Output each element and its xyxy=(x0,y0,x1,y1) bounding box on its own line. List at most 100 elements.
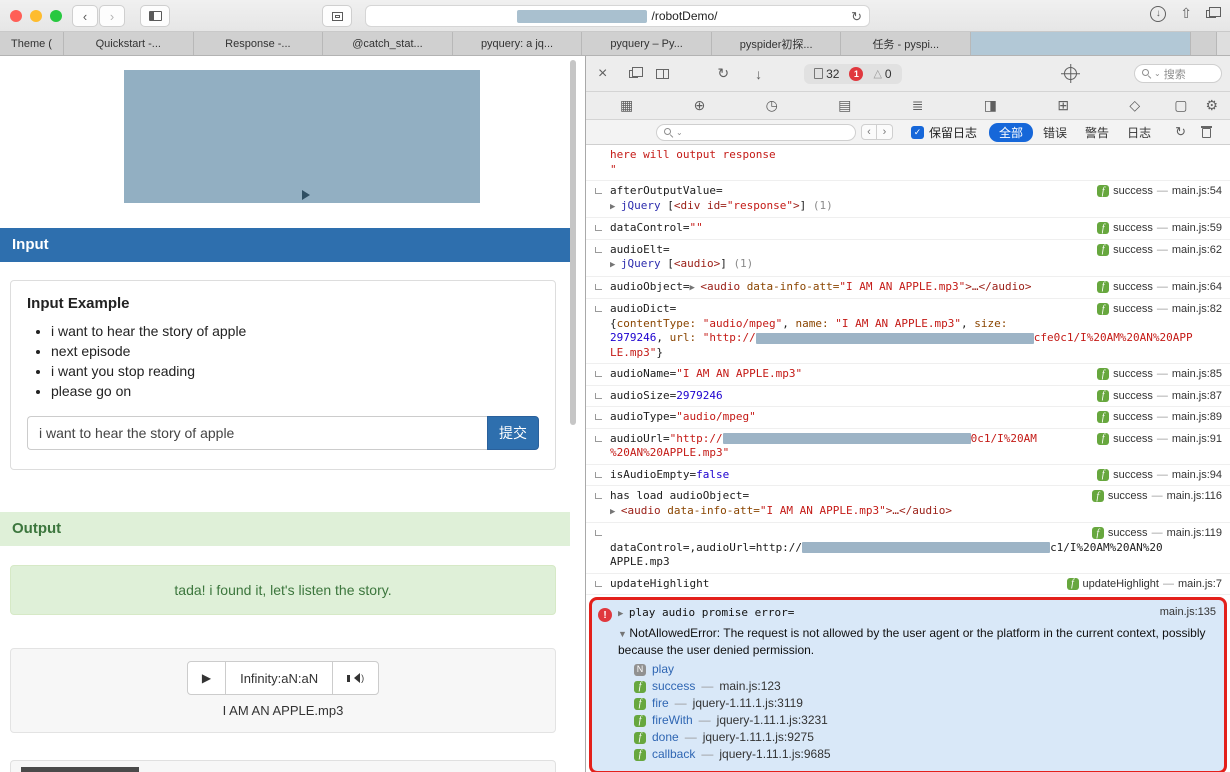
reload-icon[interactable]: ↻ xyxy=(851,9,862,25)
log-source[interactable]: f success — main.js:89 xyxy=(1097,411,1222,423)
frame-function-name[interactable]: done xyxy=(652,729,679,746)
browser-tab[interactable]: 任务 - pyspi... xyxy=(841,32,972,55)
inspector-tab-icon-5[interactable]: ◨ xyxy=(984,97,997,114)
frame-location[interactable]: jquery-1.11.1.js:3231 xyxy=(717,712,828,729)
filter-segment[interactable]: 错误 xyxy=(1035,123,1075,142)
share-button[interactable]: ⇧ xyxy=(1180,5,1192,22)
log-source[interactable]: f success — main.js:64 xyxy=(1097,280,1222,293)
frame-location[interactable]: jquery-1.11.1.js:3119 xyxy=(693,695,803,712)
tab-stub[interactable] xyxy=(1191,32,1217,55)
split-view-icon[interactable] xyxy=(656,68,670,79)
console-row[interactable]: audioSize=2979246 f success — main.js:87 xyxy=(586,386,1230,407)
log-source[interactable]: f success — main.js:54 xyxy=(1097,185,1222,197)
downloads-button[interactable]: ↓ xyxy=(1150,5,1167,22)
page-layout-button[interactable] xyxy=(322,5,352,27)
filter-segment[interactable]: 日志 xyxy=(1119,123,1159,142)
browser-tab[interactable]: Response -... xyxy=(194,32,324,55)
preserve-log-checkbox[interactable]: ✓ xyxy=(911,125,924,139)
inspector-tab-icon-0[interactable]: ▦ xyxy=(620,97,633,114)
log-source[interactable]: f success — main.js:62 xyxy=(1097,243,1222,256)
frame-function-name[interactable]: fire xyxy=(652,695,669,712)
close-window-button[interactable] xyxy=(10,10,22,22)
scrollbar-thumb[interactable] xyxy=(570,60,576,425)
log-source[interactable]: f success — main.js:116 xyxy=(1091,490,1222,502)
inspector-tab-icon-3[interactable]: ▤ xyxy=(838,97,851,114)
browser-tab[interactable]: Theme ( xyxy=(0,32,64,55)
browser-tab[interactable]: Quickstart -... xyxy=(64,32,194,55)
frame-location[interactable]: main.js:123 xyxy=(719,678,780,695)
submit-button[interactable]: 提交 xyxy=(487,416,539,450)
frame-function-name[interactable]: callback xyxy=(652,746,695,763)
console-row[interactable]: isAudioEmpty=false f success — main.js:94 xyxy=(586,465,1230,486)
stack-frame[interactable]: f callback — jquery-1.11.1.js:9685 xyxy=(634,746,1216,763)
trash-icon[interactable] xyxy=(1200,126,1212,138)
console-filter-field[interactable]: ⌄ xyxy=(656,123,856,141)
audio-play-button[interactable]: ▶ xyxy=(188,662,227,694)
zoom-window-button[interactable] xyxy=(50,10,62,22)
clear-refresh-icon[interactable]: ↻ xyxy=(1175,124,1186,140)
stack-frame[interactable]: f fire — jquery-1.11.1.js:3119 xyxy=(634,695,1216,712)
console-row[interactable]: updateHighlight f updateHighlight — main.js:… xyxy=(586,574,1230,595)
stack-frame[interactable]: f success — main.js:123 xyxy=(634,678,1216,695)
frame-function-name[interactable]: fireWith xyxy=(652,712,693,729)
console-row[interactable]: audioType="audio/mpeg" f success — main.js:8… xyxy=(586,407,1230,429)
audio-volume-button[interactable]: ) xyxy=(333,662,378,694)
stack-frame[interactable]: f done — jquery-1.11.1.js:9275 xyxy=(634,729,1216,746)
console-row[interactable]: audioElt= ▶ jQuery [<audio>] (1) f success —… xyxy=(586,240,1230,277)
console-row[interactable]: audioUrl="http://0c1/I%20AM %20AN%20APPLE… xyxy=(586,429,1230,465)
inspect-element-icon[interactable] xyxy=(1064,67,1077,80)
error-count-badge[interactable]: 1 xyxy=(849,66,864,81)
inspector-right-icon-1[interactable]: ⚙ xyxy=(1205,97,1218,114)
log-source[interactable]: f success — main.js:91 xyxy=(1097,432,1222,445)
log-source[interactable]: f success — main.js:59 xyxy=(1097,222,1222,234)
browser-tab[interactable]: pyquery: a jq... xyxy=(453,32,583,55)
inspector-tab-icon-4[interactable]: ≣ xyxy=(912,97,924,114)
console-row[interactable]: audioName="I AM AN APPLE.mp3" f success — ma… xyxy=(586,364,1230,386)
reload-page-icon[interactable]: ↻ xyxy=(717,65,729,82)
error-location[interactable]: main.js:135 xyxy=(1160,605,1216,622)
preserve-log-label[interactable]: 保留日志 xyxy=(929,124,977,141)
log-source[interactable]: f success — main.js:87 xyxy=(1097,389,1222,402)
console-row[interactable]: has load audioObject= ▶ <audio data-info-… xyxy=(586,486,1230,523)
query-input[interactable] xyxy=(27,416,487,450)
console-row[interactable]: audioObject=▶ <audio data-info-att="I AM… xyxy=(586,277,1230,299)
frame-function-name[interactable]: success xyxy=(652,678,695,695)
stack-frame[interactable]: Nplay xyxy=(634,661,1216,678)
log-source[interactable]: f success — main.js:82 xyxy=(1097,303,1222,315)
console-row[interactable]: dataControl=,audioUrl=http://c1/I%20AM%2… xyxy=(586,523,1230,574)
console-row[interactable]: audioDict= {contentType: "audio/mpeg", na… xyxy=(586,299,1230,364)
download-icon[interactable]: ↓ xyxy=(755,66,762,82)
close-inspector-icon[interactable]: × xyxy=(598,65,607,83)
frame-location[interactable]: jquery-1.11.1.js:9685 xyxy=(719,746,830,763)
inspector-tab-icon-7[interactable]: ◇ xyxy=(1129,97,1140,114)
browser-tab[interactable]: pyspider初探... xyxy=(712,32,842,55)
log-source[interactable]: f success — main.js:119 xyxy=(1091,527,1222,539)
find-next-button[interactable]: › xyxy=(877,124,893,140)
console-row[interactable]: dataControl="" f success — main.js:59 xyxy=(586,218,1230,240)
stack-frame[interactable]: f fireWith — jquery-1.11.1.js:3231 xyxy=(634,712,1216,729)
error-message[interactable]: ▼ NotAllowedError: The request is not al… xyxy=(618,625,1216,658)
error-header[interactable]: ▶ play audio promise error= xyxy=(618,605,1160,622)
find-previous-button[interactable]: ‹ xyxy=(861,124,877,140)
page-scrollbar[interactable] xyxy=(569,56,577,772)
new-tab-sliver[interactable] xyxy=(1217,32,1230,55)
warning-count[interactable]: △ 0 xyxy=(873,67,891,81)
inspector-search-field[interactable]: ⌄ 搜索 xyxy=(1134,64,1222,83)
filter-segment[interactable]: 全部 xyxy=(989,122,1034,142)
sidebar-button[interactable] xyxy=(140,5,170,27)
resource-count[interactable]: 32 xyxy=(814,67,839,81)
browser-tab[interactable]: @catch_stat... xyxy=(323,32,453,55)
inspector-right-icon-0[interactable]: ▢ xyxy=(1174,97,1187,114)
inspector-tab-icon-1[interactable]: ⊕ xyxy=(694,97,706,114)
console-row[interactable]: afterOutputValue= ▶ jQuery [<div id="resp… xyxy=(586,181,1230,218)
back-button[interactable]: ‹ xyxy=(72,5,98,27)
inspector-tab-icon-2[interactable]: ◷ xyxy=(766,97,778,114)
browser-tab[interactable]: pyquery – Py... xyxy=(582,32,712,55)
console-row[interactable]: here will output response " xyxy=(586,145,1230,181)
dock-side-icon[interactable] xyxy=(629,66,644,78)
minimize-window-button[interactable] xyxy=(30,10,42,22)
log-source[interactable]: f success — main.js:85 xyxy=(1097,368,1222,380)
filter-segment[interactable]: 警告 xyxy=(1077,123,1117,142)
address-bar[interactable]: /robotDemo/ ↻ xyxy=(365,5,870,27)
video-play-icon[interactable] xyxy=(302,190,315,200)
